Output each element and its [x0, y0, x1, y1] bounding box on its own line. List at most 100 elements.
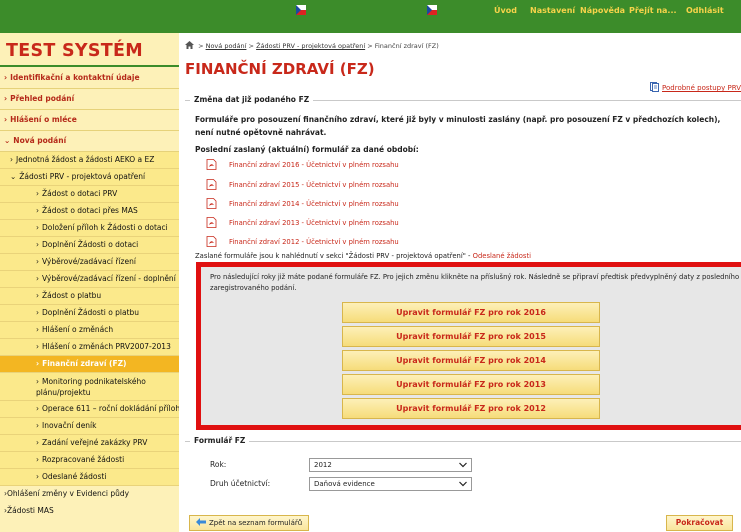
edit-fz-year-button[interactable]: Upravit formulář FZ pro rok 2016: [342, 302, 600, 323]
chevron-down-icon: ⌄: [10, 172, 17, 181]
year-select[interactable]: 2012: [309, 458, 472, 472]
chevron-down-icon: ⌄: [4, 136, 11, 145]
chevron-right-icon: ›: [4, 94, 8, 103]
back-button-label: Zpět na seznam formulářů: [209, 519, 303, 527]
sidebar-item[interactable]: › Identifikační a kontaktní údaje: [0, 68, 179, 89]
sidebar-item[interactable]: › Zadání veřejné zakázky PRV: [0, 435, 179, 452]
sidebar: TEST SYSTÉM › Identifikační a kontaktní ú…: [0, 33, 179, 532]
pdf-form-link[interactable]: Finanční zdraví 2015 - Účetnictví v plné…: [206, 179, 399, 193]
sidebar-item[interactable]: › Hlášení o mléce: [0, 110, 179, 131]
chevron-right-icon: ›: [36, 325, 39, 334]
sidebar-item[interactable]: ›Žádosti MAS: [0, 503, 179, 520]
pdf-icon: [206, 159, 217, 170]
sidebar-item-label: Žádost o dotaci PRV: [42, 189, 118, 198]
nav-help-link[interactable]: Nápověda: [580, 6, 625, 15]
sidebar-item-label: Hlášení o mléce: [10, 115, 77, 124]
sidebar-item-label: Jednotná žádost a žádosti AEKO a EZ: [16, 155, 155, 164]
procedures-link[interactable]: Podrobné postupy PRV: [650, 82, 741, 92]
sidebar-item-label: Zadání veřejné zakázky PRV: [42, 438, 148, 447]
change-instructions: Pro následující roky již máte podané for…: [210, 273, 740, 292]
sidebar-item[interactable]: › Žádost o dotaci přes MAS: [0, 203, 179, 220]
sidebar-item-label: Hlášení o změnách: [42, 325, 114, 334]
sidebar-item[interactable]: › Doplnění Žádosti o dotaci: [0, 237, 179, 254]
sidebar-item-label: Žádost o dotaci přes MAS: [42, 206, 138, 215]
nav-goto-link[interactable]: Přejít na...: [629, 6, 677, 15]
nav-settings-link[interactable]: Nastavení: [530, 6, 575, 15]
section-form-divider: [185, 441, 741, 442]
continue-button[interactable]: Pokračovat: [666, 515, 733, 531]
sidebar-item[interactable]: › Hlášení o změnách: [0, 322, 179, 339]
section-form-legend: Formulář FZ: [190, 436, 250, 445]
year-label: Rok:: [210, 460, 227, 469]
year-select-value: 2012: [314, 461, 332, 469]
brand-title: TEST SYSTÉM: [6, 41, 144, 61]
edit-fz-year-button[interactable]: Upravit formulář FZ pro rok 2014: [342, 350, 600, 371]
flag-icon[interactable]: [427, 5, 437, 15]
sidebar-item-label: Hlášení o změnách PRV2007-2013: [42, 342, 171, 351]
breadcrumb-separator: >: [196, 42, 206, 50]
sidebar-item[interactable]: ›Ohlášení změny v Evidenci půdy: [0, 486, 179, 503]
nav-home-link[interactable]: Úvod: [494, 6, 517, 15]
pdf-form-link[interactable]: Finanční zdraví 2016 - Účetnictví v plné…: [206, 159, 399, 173]
sidebar-item-label: Výběrové/zadávací řízení - doplnění: [42, 274, 176, 283]
sidebar-item[interactable]: › Monitoring podnikatelského plánu/projek…: [0, 373, 179, 401]
chevron-right-icon: ›: [36, 438, 39, 447]
last-sent-label: Poslední zaslaný (aktuální) formulář za …: [195, 145, 419, 154]
section-change-legend: Změna dat již podaného FZ: [190, 95, 314, 104]
sidebar-item[interactable]: › Inovační deník: [0, 418, 179, 435]
sidebar-item-label: Finanční zdraví (FZ): [42, 359, 127, 368]
chevron-right-icon: ›: [36, 342, 39, 351]
sidebar-item[interactable]: › Finanční zdraví (FZ): [0, 356, 179, 373]
pdf-icon: [206, 198, 217, 209]
sidebar-item-label: Monitoring podnikatelského plánu/projekt…: [36, 377, 146, 397]
brand-divider: [0, 65, 179, 67]
sent-submissions-link[interactable]: Odeslané žádosti: [473, 252, 531, 260]
pdf-form-link[interactable]: Finanční zdraví 2012 - Účetnictví v plné…: [206, 236, 399, 250]
sidebar-item[interactable]: › Odeslané žádosti: [0, 469, 179, 486]
sidebar-item-label: Žádost o platbu: [42, 291, 102, 300]
sidebar-item[interactable]: › Přehled podání: [0, 89, 179, 110]
chevron-right-icon: ›: [4, 73, 8, 82]
sidebar-item-label: Žádosti PRV - projektová opatření: [19, 172, 146, 181]
sidebar-item[interactable]: › Doplnění Žádosti o platbu: [0, 305, 179, 322]
chevron-down-icon: [459, 481, 467, 487]
edit-fz-year-button[interactable]: Upravit formulář FZ pro rok 2012: [342, 398, 600, 419]
sidebar-item-label: Doložení příloh k Žádosti o dotaci: [42, 223, 168, 232]
pdf-form-link[interactable]: Finanční zdraví 2013 - Účetnictví v plné…: [206, 217, 399, 231]
sidebar-item[interactable]: › Doložení příloh k Žádosti o dotaci: [0, 220, 179, 237]
sidebar-item[interactable]: › Výběrové/zadávací řízení - doplnění: [0, 271, 179, 288]
pdf-icon: [206, 217, 217, 228]
chevron-right-icon: ›: [36, 308, 39, 317]
accounting-type-value: Daňová evidence: [314, 480, 375, 488]
edit-fz-year-button[interactable]: Upravit formulář FZ pro rok 2015: [342, 326, 600, 347]
sidebar-item[interactable]: › Operace 611 – roční dokládání příloh: [0, 401, 179, 418]
back-to-list-button[interactable]: Zpět na seznam formulářů: [189, 515, 310, 531]
pdf-form-link[interactable]: Finanční zdraví 2014 - Účetnictví v plné…: [206, 198, 399, 212]
sidebar-item[interactable]: › Žádost o dotaci PRV: [0, 186, 179, 203]
chevron-right-icon: ›: [36, 206, 39, 215]
home-icon[interactable]: [185, 41, 194, 49]
back-arrow-icon: [196, 518, 206, 526]
sidebar-item[interactable]: › Hlášení o změnách PRV2007-2013: [0, 339, 179, 356]
accounting-type-select[interactable]: Daňová evidence: [309, 477, 472, 491]
breadcrumb-new-submissions[interactable]: Nová podání: [206, 42, 247, 50]
edit-fz-year-button[interactable]: Upravit formulář FZ pro rok 2013: [342, 374, 600, 395]
sidebar-item[interactable]: › Jednotná žádost a žádosti AEKO a EZ: [0, 152, 179, 169]
procedures-link-label: Podrobné postupy PRV: [662, 84, 741, 92]
flag-icon[interactable]: [296, 5, 306, 15]
nav-logout-link[interactable]: Odhlásit: [686, 6, 724, 15]
top-bar: Úvod Nastavení Nápověda Přejít na... Odh…: [0, 0, 741, 33]
sent-note: Zaslané formuláře jsou k nahlédnutí v se…: [195, 252, 531, 260]
breadcrumb-separator: >: [365, 42, 375, 50]
sidebar-item[interactable]: › Žádost o platbu: [0, 288, 179, 305]
sidebar-item[interactable]: ⌄ Nová podání: [0, 131, 179, 152]
sidebar-item-label: Žádosti MAS: [7, 506, 54, 515]
sidebar-item-label: Doplnění Žádosti o platbu: [42, 308, 140, 317]
breadcrumb-prv-projects[interactable]: Žádosti PRV - projektová opatření: [256, 42, 365, 50]
sidebar-item[interactable]: › Rozpracované žádosti: [0, 452, 179, 469]
page-title: FINANČNÍ ZDRAVÍ (FZ): [185, 60, 375, 78]
breadcrumb-separator: >: [246, 42, 257, 50]
chevron-right-icon: ›: [36, 421, 39, 430]
sidebar-item[interactable]: › Výběrové/zadávací řízení: [0, 254, 179, 271]
sidebar-item[interactable]: ⌄ Žádosti PRV - projektová opatření: [0, 169, 179, 186]
